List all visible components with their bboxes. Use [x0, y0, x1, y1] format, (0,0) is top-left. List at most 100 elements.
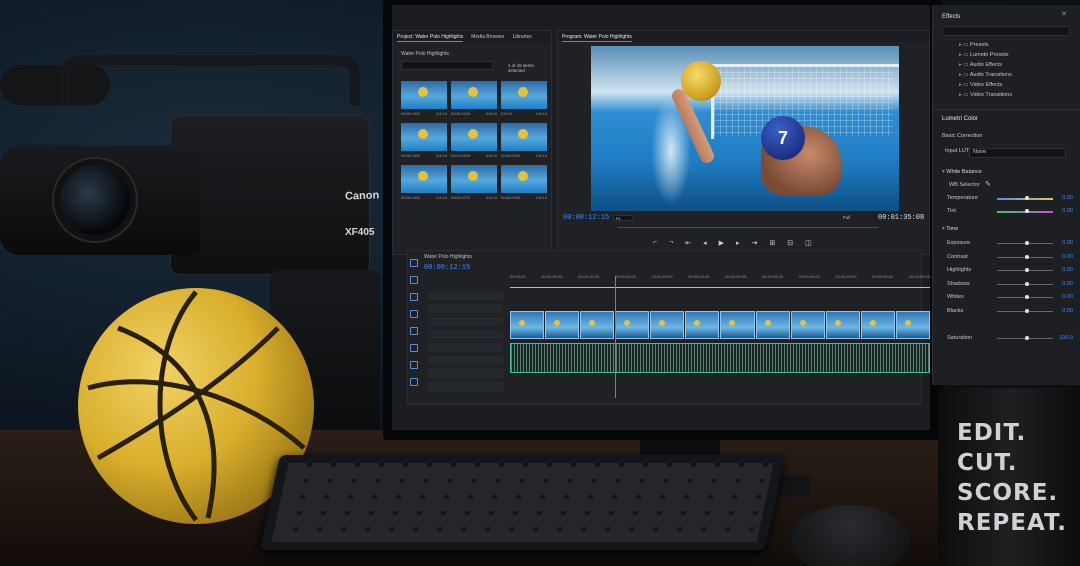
- timeline-timecode[interactable]: 00:00:12:15: [424, 264, 470, 272]
- timeline-panel: Water Polo Highlights 00:00:12:15 00:00:…: [407, 250, 930, 405]
- slider-knob[interactable]: [1025, 196, 1029, 200]
- program-current-timecode[interactable]: 00:00:12:15: [563, 214, 609, 222]
- effects-item-presets[interactable]: Presets: [959, 42, 989, 48]
- basic-correction-heading[interactable]: Basic Correction: [942, 133, 982, 139]
- whites-slider[interactable]: Whites 0.00: [947, 294, 1073, 302]
- step-forward-icon[interactable]: ▸: [736, 239, 740, 247]
- video-clip[interactable]: [755, 311, 790, 339]
- shadows-slider[interactable]: Shadows 0.00: [947, 281, 1073, 289]
- go-to-out-icon[interactable]: ⇥: [751, 239, 757, 247]
- close-icon[interactable]: ✕: [1061, 10, 1067, 18]
- track-select-tool-icon[interactable]: [410, 276, 418, 284]
- whites-value[interactable]: 0.00: [1062, 294, 1073, 300]
- program-scrub-bar[interactable]: [618, 227, 878, 228]
- media-thumbnail[interactable]: 0008-0306 0:8:16: [401, 81, 447, 118]
- shadows-value[interactable]: 0.00: [1062, 281, 1073, 287]
- blacks-slider[interactable]: Blacks 0.00: [947, 308, 1073, 316]
- overwrite-icon[interactable]: ⊟: [787, 239, 793, 247]
- video-clip[interactable]: [825, 311, 860, 339]
- program-video-frame[interactable]: 7: [591, 46, 899, 211]
- mark-in-icon[interactable]: ⌐: [653, 239, 657, 247]
- slider-knob[interactable]: [1025, 255, 1029, 259]
- effects-item-video-transitions[interactable]: Video Transitions: [959, 92, 1012, 98]
- exposure-slider[interactable]: Exposure 0.00: [947, 240, 1073, 248]
- lumetri-panel-title[interactable]: Lumetri Color: [942, 116, 978, 122]
- video-clip[interactable]: [615, 311, 650, 339]
- timeline-tab[interactable]: Water Polo Highlights: [424, 254, 472, 260]
- eyedropper-icon[interactable]: ✎: [985, 180, 991, 188]
- video-clip[interactable]: [720, 311, 755, 339]
- fit-dropdown[interactable]: Fit: [613, 215, 633, 221]
- razor-tool-icon[interactable]: [410, 310, 418, 318]
- effects-item-audio-effects[interactable]: Audio Effects: [959, 62, 1002, 68]
- project-thumbnail-grid: 0008-0306 0:8:16 0006-0318 0:8:16 0:8:16 0:…: [401, 81, 551, 202]
- white-balance-section[interactable]: White Balance: [942, 169, 981, 175]
- quality-dropdown[interactable]: Full: [843, 215, 850, 220]
- ripple-edit-tool-icon[interactable]: [410, 293, 418, 301]
- media-thumbnail[interactable]: 0008-0306 0:8:16: [401, 123, 447, 160]
- media-thumbnail[interactable]: 0008-0376 0:8:16: [451, 165, 497, 202]
- media-thumbnail[interactable]: 0006-0318 0:8:16: [451, 81, 497, 118]
- effects-item-video-effects[interactable]: Video Effects: [959, 82, 1002, 88]
- highlights-value[interactable]: 0.00: [1062, 267, 1073, 273]
- media-thumbnail[interactable]: 0008-0306 0:8:16: [501, 165, 547, 202]
- timeline-ruler[interactable]: 00:00:00 00:00:05:00 00:00:10:00 00:00:1…: [510, 274, 930, 279]
- video-clip[interactable]: [650, 311, 685, 339]
- effects-item-audio-transitions[interactable]: Audio Transitions: [959, 72, 1012, 78]
- video-clip[interactable]: [860, 311, 895, 339]
- contrast-value[interactable]: 0.00: [1062, 254, 1073, 260]
- selection-tool-icon[interactable]: [410, 259, 418, 267]
- hand-tool-icon[interactable]: [410, 361, 418, 369]
- export-frame-icon[interactable]: ◫: [805, 239, 812, 247]
- slip-tool-icon[interactable]: [410, 327, 418, 335]
- tab-media-browser[interactable]: Media Browser: [471, 34, 504, 42]
- temperature-value[interactable]: 0.00: [1062, 195, 1073, 201]
- media-thumbnail[interactable]: 0008-0306 0:8:16: [401, 165, 447, 202]
- pen-tool-icon[interactable]: [410, 344, 418, 352]
- tint-value[interactable]: 0.00: [1062, 208, 1073, 214]
- slider-knob[interactable]: [1025, 268, 1029, 272]
- effects-search-input[interactable]: [942, 26, 1070, 36]
- type-tool-icon[interactable]: [410, 378, 418, 386]
- exposure-value[interactable]: 0.00: [1062, 240, 1073, 246]
- tab-libraries[interactable]: Libraries: [513, 34, 532, 42]
- tab-program[interactable]: Program: Water Polo Highlights: [562, 34, 632, 42]
- saturation-slider[interactable]: Saturation 100.0: [947, 335, 1073, 343]
- video-clip[interactable]: [510, 311, 545, 339]
- tab-project[interactable]: Project: Water Polo Highlights: [397, 34, 464, 42]
- blacks-value[interactable]: 0.00: [1062, 308, 1073, 314]
- effects-item-lumetri-presets[interactable]: Lumetri Presets: [959, 52, 1009, 58]
- video-clip[interactable]: [895, 311, 930, 339]
- input-lut-select[interactable]: None: [969, 148, 1066, 158]
- insert-icon[interactable]: ⊞: [769, 239, 775, 247]
- slider-knob[interactable]: [1025, 241, 1029, 245]
- media-thumbnail[interactable]: 0008-0316 0:8:16: [501, 123, 547, 160]
- play-icon[interactable]: ▶: [719, 239, 724, 247]
- contrast-slider[interactable]: Contrast 0.00: [947, 254, 1073, 262]
- mark-out-icon[interactable]: ¬: [669, 239, 673, 247]
- media-thumbnail[interactable]: 0004-0318 0:8:16: [451, 123, 497, 160]
- slider-knob[interactable]: [1025, 336, 1029, 340]
- work-area-bar[interactable]: [510, 287, 930, 288]
- track-headers[interactable]: [428, 291, 503, 391]
- video-clip[interactable]: [545, 311, 580, 339]
- saturation-value[interactable]: 100.0: [1059, 335, 1073, 341]
- timeline-playhead[interactable]: [615, 276, 616, 398]
- video-clip[interactable]: [685, 311, 720, 339]
- media-thumbnail[interactable]: 0:8:16 0:8:16: [501, 81, 547, 118]
- slider-knob[interactable]: [1025, 282, 1029, 286]
- go-to-in-icon[interactable]: ⇤: [685, 239, 691, 247]
- slider-knob[interactable]: [1025, 209, 1029, 213]
- step-back-icon[interactable]: ◂: [703, 239, 707, 247]
- slider-knob[interactable]: [1025, 295, 1029, 299]
- video-clip[interactable]: [790, 311, 825, 339]
- tone-section[interactable]: Tone: [942, 226, 958, 232]
- slider-knob[interactable]: [1025, 309, 1029, 313]
- project-search-input[interactable]: [401, 61, 493, 70]
- temperature-slider[interactable]: Temperature 0.00: [947, 195, 1073, 203]
- audio-clip-waveform[interactable]: [510, 343, 930, 373]
- video-clip[interactable]: [580, 311, 615, 339]
- highlights-slider[interactable]: Highlights 0.00: [947, 267, 1073, 275]
- effects-panel-title[interactable]: Effects: [942, 14, 960, 20]
- tint-slider[interactable]: Tint 0.00: [947, 208, 1073, 216]
